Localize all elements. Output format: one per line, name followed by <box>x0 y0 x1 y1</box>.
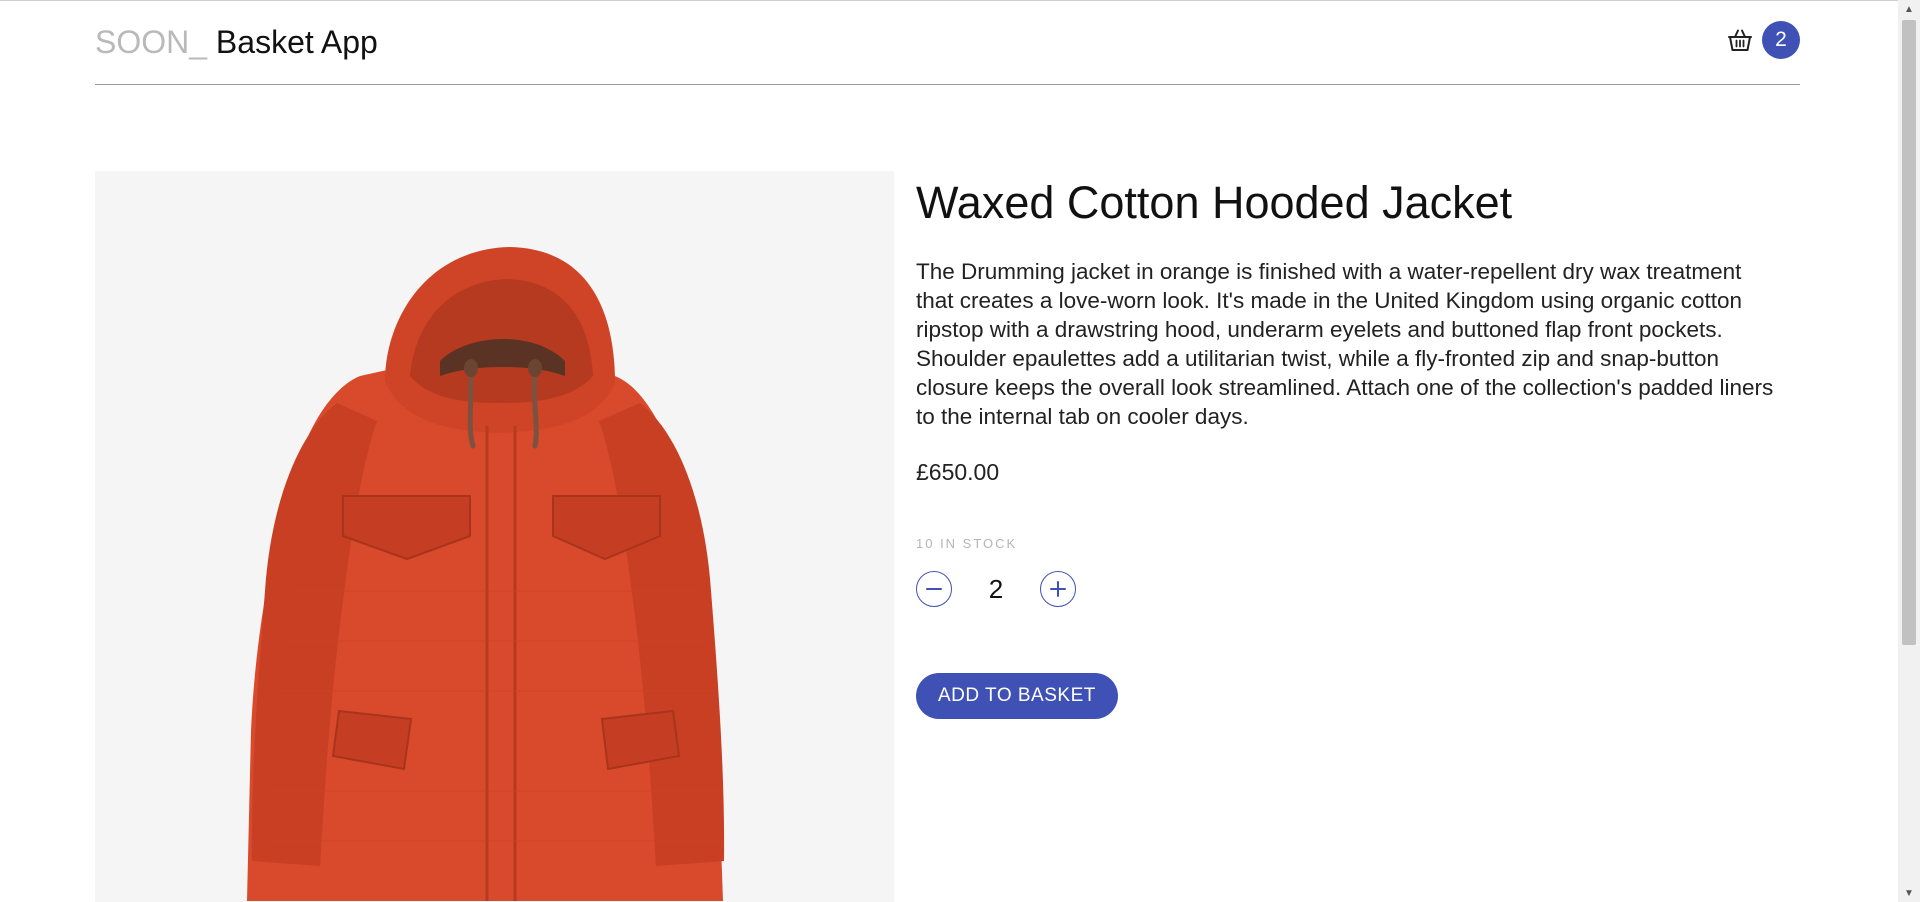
minus-icon <box>926 588 942 590</box>
brand-prefix: SOON_ <box>95 24 208 60</box>
decrement-button[interactable] <box>916 571 952 607</box>
site-header: SOON_ Basket App 2 <box>95 0 1800 85</box>
jacket-illustration <box>247 247 725 901</box>
basket-count-badge: 2 <box>1762 21 1800 59</box>
scroll-up-arrow-icon[interactable]: ▲ <box>1898 0 1920 18</box>
quantity-value: 2 <box>988 573 1004 604</box>
product-description: The Drumming jacket in orange is finishe… <box>916 259 1774 429</box>
vertical-scrollbar[interactable]: ▲ ▼ <box>1898 0 1920 902</box>
basket-icon <box>1726 26 1754 54</box>
plus-icon <box>1050 581 1066 597</box>
basket-link[interactable]: 2 <box>1726 20 1800 60</box>
brand-name: Basket App <box>215 24 378 60</box>
scrollbar-thumb[interactable] <box>1902 20 1916 645</box>
quantity-stepper: 2 <box>916 569 1778 609</box>
product-image <box>95 171 894 902</box>
add-to-basket-button[interactable]: ADD TO BASKET <box>916 673 1118 719</box>
product-details: Waxed Cotton Hooded Jacket The Drumming … <box>916 171 1778 719</box>
increment-button[interactable] <box>1040 571 1076 607</box>
product-title: Waxed Cotton Hooded Jacket <box>916 177 1513 228</box>
product-price: £650.00 <box>916 459 1000 485</box>
scroll-down-arrow-icon[interactable]: ▼ <box>1898 884 1920 902</box>
stock-status: 10 IN STOCK <box>916 536 1018 551</box>
app-logo[interactable]: SOON_ Basket App <box>95 22 378 62</box>
